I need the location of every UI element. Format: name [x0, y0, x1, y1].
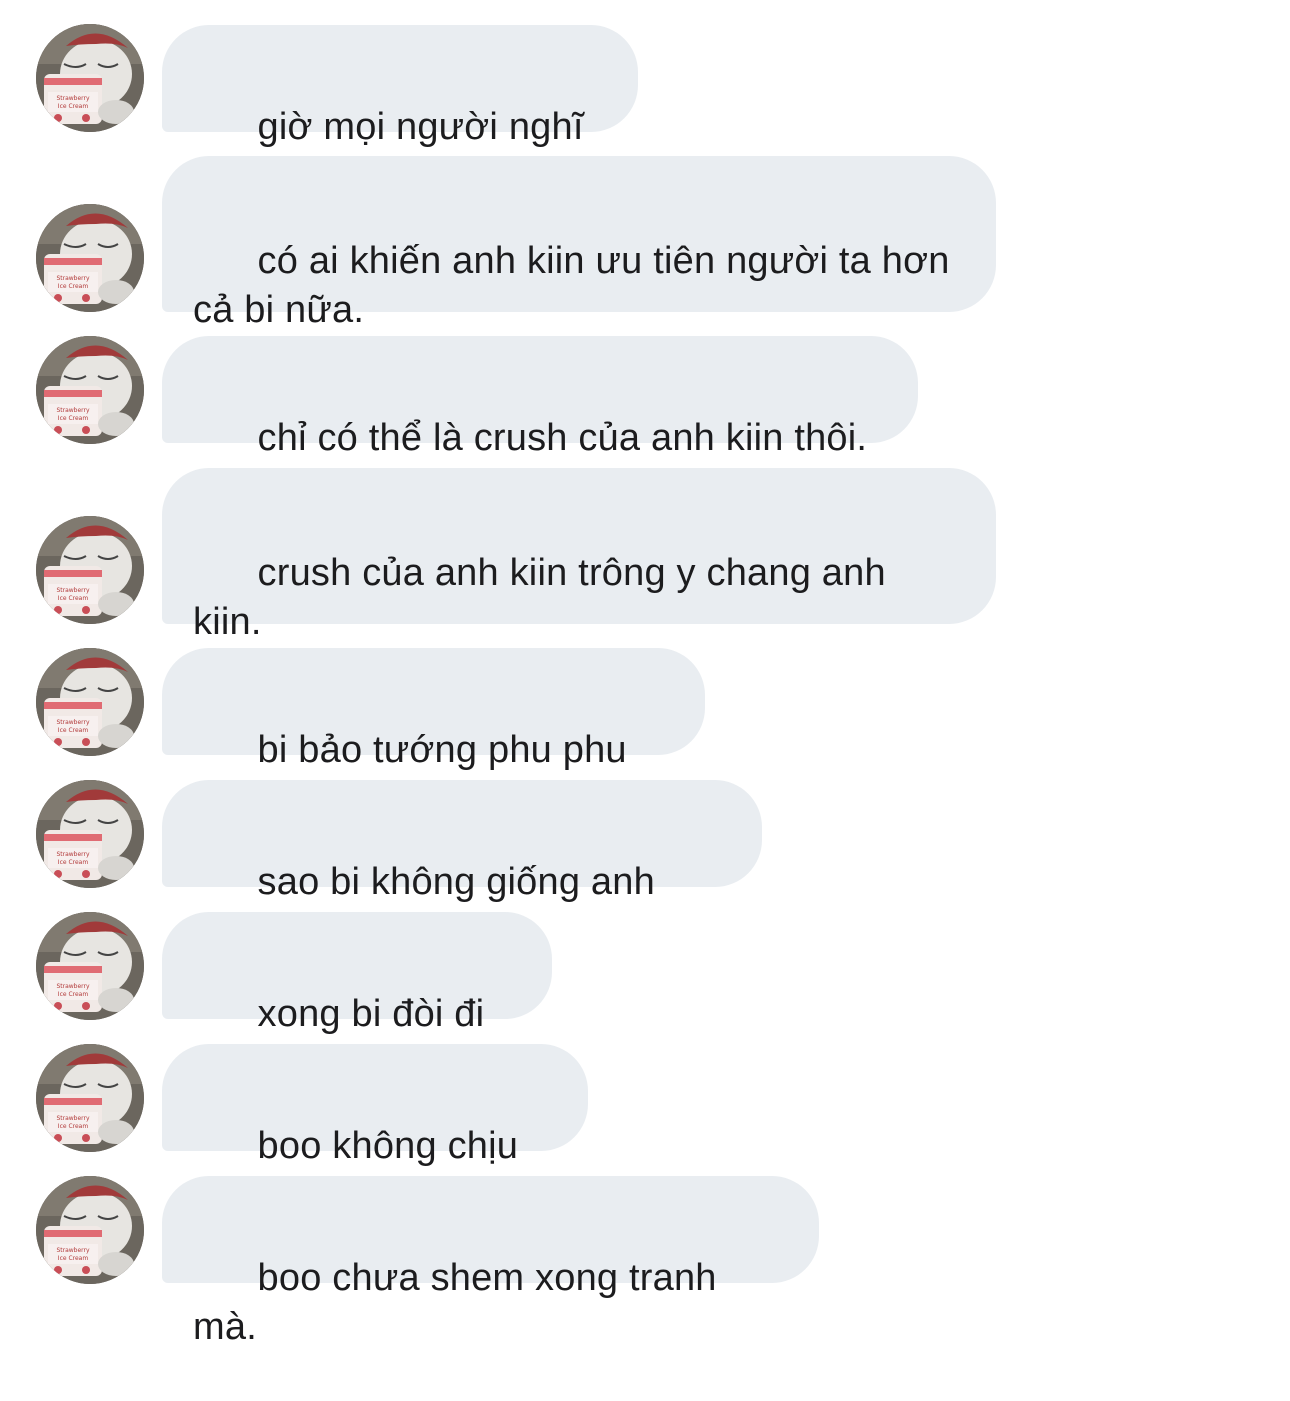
- message-row: Strawberry Ice Cream boo không chịu về.: [0, 1044, 1290, 1216]
- bear-avatar-icon: Strawberry Ice Cream: [36, 1176, 144, 1284]
- sender-avatar[interactable]: Strawberry Ice Cream: [36, 516, 144, 624]
- message-row: Strawberry Ice Cream boo chưa shem xong …: [0, 1176, 1290, 1348]
- sender-avatar[interactable]: Strawberry Ice Cream: [36, 24, 144, 132]
- message-text: boo chưa shem xong tranh mà.: [193, 1257, 728, 1348]
- svg-text:Strawberry: Strawberry: [56, 1115, 90, 1122]
- bear-avatar-icon: Strawberry Ice Cream: [36, 780, 144, 888]
- message-bubble[interactable]: bi bảo tướng phu phu hả.: [162, 648, 705, 820]
- message-bubble[interactable]: boo chưa shem xong tranh mà.: [162, 1176, 819, 1348]
- message-text: crush của anh kiin trông y chang anh kii…: [193, 552, 897, 643]
- svg-text:Strawberry: Strawberry: [56, 587, 90, 594]
- message-bubble[interactable]: boo không chịu về.: [162, 1044, 588, 1216]
- message-thread: Strawberry Ice Cream giờ mọi người nghĩ …: [0, 0, 1290, 1348]
- svg-text:Strawberry: Strawberry: [56, 851, 90, 858]
- sender-avatar[interactable]: Strawberry Ice Cream: [36, 1044, 144, 1152]
- message-row: Strawberry Ice Cream giờ mọi người nghĩ …: [0, 24, 1290, 197]
- svg-text:Strawberry: Strawberry: [56, 407, 90, 414]
- svg-text:Ice Cream: Ice Cream: [58, 859, 89, 866]
- svg-text:Ice Cream: Ice Cream: [58, 727, 89, 734]
- bear-avatar-icon: Strawberry Ice Cream: [36, 204, 144, 312]
- svg-text:Ice Cream: Ice Cream: [58, 415, 89, 422]
- message-bubble[interactable]: chỉ có thể là crush của anh kiin thôi.: [162, 336, 918, 459]
- sender-avatar[interactable]: Strawberry Ice Cream: [36, 204, 144, 312]
- bear-avatar-icon: Strawberry Ice Cream: [36, 336, 144, 444]
- message-row: Strawberry Ice Cream bi bảo tướng phu ph…: [0, 648, 1290, 820]
- svg-text:Ice Cream: Ice Cream: [58, 103, 89, 110]
- svg-text:Ice Cream: Ice Cream: [58, 1255, 89, 1262]
- message-bubble[interactable]: xong bi đòi đi về.: [162, 912, 552, 1084]
- svg-text:Ice Cream: Ice Cream: [58, 283, 89, 290]
- svg-text:Strawberry: Strawberry: [56, 719, 90, 726]
- message-row: Strawberry Ice Cream crush của anh kiin …: [0, 468, 1290, 643]
- message-bubble[interactable]: crush của anh kiin trông y chang anh kii…: [162, 468, 996, 643]
- message-row: Strawberry Ice Cream sao bi không giống …: [0, 780, 1290, 952]
- svg-text:Ice Cream: Ice Cream: [58, 1123, 89, 1130]
- bear-avatar-icon: Strawberry Ice Cream: [36, 24, 144, 132]
- sender-avatar[interactable]: Strawberry Ice Cream: [36, 648, 144, 756]
- message-row: Strawberry Ice Cream có ai khiến anh kii…: [0, 156, 1290, 331]
- bear-avatar-icon: Strawberry Ice Cream: [36, 516, 144, 624]
- message-bubble[interactable]: có ai khiến anh kiin ưu tiên người ta hơ…: [162, 156, 996, 331]
- message-bubble[interactable]: sao bi không giống anh kiin.: [162, 780, 762, 952]
- message-text: chỉ có thể là crush của anh kiin thôi.: [257, 417, 868, 459]
- bear-avatar-icon: Strawberry Ice Cream: [36, 912, 144, 1020]
- svg-text:Strawberry: Strawberry: [56, 95, 90, 102]
- message-row: Strawberry Ice Cream xong bi đòi đi về.: [0, 912, 1290, 1084]
- message-bubble[interactable]: giờ mọi người nghĩ đi.: [162, 25, 638, 197]
- bear-avatar-icon: Strawberry Ice Cream: [36, 648, 144, 756]
- sender-avatar[interactable]: Strawberry Ice Cream: [36, 336, 144, 444]
- svg-text:Ice Cream: Ice Cream: [58, 595, 89, 602]
- sender-avatar[interactable]: Strawberry Ice Cream: [36, 780, 144, 888]
- svg-text:Strawberry: Strawberry: [56, 275, 90, 282]
- svg-text:Strawberry: Strawberry: [56, 1247, 90, 1254]
- bear-avatar-icon: Strawberry Ice Cream: [36, 1044, 144, 1152]
- message-text: có ai khiến anh kiin ưu tiên người ta hơ…: [193, 240, 961, 331]
- message-row: Strawberry Ice Cream chỉ có thể là crush…: [0, 336, 1290, 459]
- sender-avatar[interactable]: Strawberry Ice Cream: [36, 1176, 144, 1284]
- svg-text:Strawberry: Strawberry: [56, 983, 90, 990]
- svg-text:Ice Cream: Ice Cream: [58, 991, 89, 998]
- sender-avatar[interactable]: Strawberry Ice Cream: [36, 912, 144, 1020]
